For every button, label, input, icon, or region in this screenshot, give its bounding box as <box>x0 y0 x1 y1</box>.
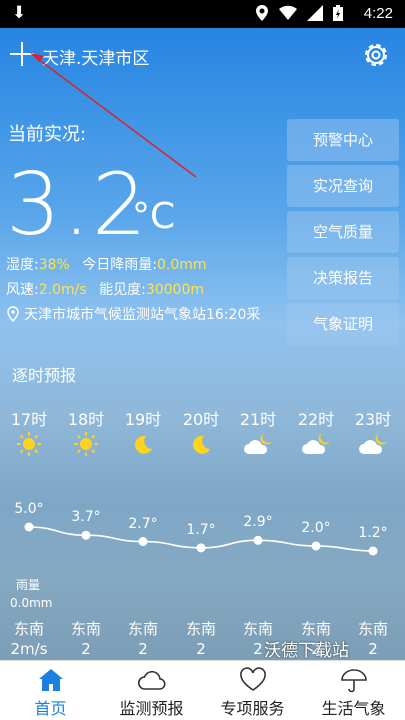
download-icon: ⬇ <box>12 3 27 23</box>
wind-speed: 2 <box>81 640 91 658</box>
weather-certificate-button[interactable]: 气象证明 <box>287 303 399 345</box>
rain-label: 雨量 <box>16 578 41 592</box>
location-icon <box>256 5 268 21</box>
bottom-nav: 首页 监测预报 专项服务 生活气象 <box>0 660 405 720</box>
hour-label: 17时 <box>10 410 48 429</box>
wind-direction: 东南 <box>185 620 216 638</box>
temperature-point <box>138 537 148 547</box>
decision-report-button[interactable]: 决策报告 <box>287 257 399 299</box>
temperature-point <box>196 543 206 553</box>
moon-icon <box>185 430 217 458</box>
cloudy-night-icon <box>300 430 332 458</box>
sun-icon <box>13 430 45 458</box>
wind-speed: 2 <box>368 640 378 658</box>
temperature-unit: °C <box>132 196 176 237</box>
cloud-icon <box>137 670 166 690</box>
wind-direction: 东南 <box>127 620 158 638</box>
station-text: 天津市城市气候监测站气象站16:20采 <box>24 307 261 323</box>
hour-label: 23时 <box>354 410 392 429</box>
current-conditions-label: 当前实况: <box>8 124 87 145</box>
umbrella-icon <box>341 669 367 693</box>
rain-value: 0.0mm <box>10 596 53 610</box>
observation-query-button[interactable]: 实况查询 <box>287 165 399 207</box>
location-title[interactable]: 天津.天津市区 <box>42 44 149 69</box>
watermark: 沃德下载站 <box>264 641 349 661</box>
status-time: 4:22 <box>363 5 393 22</box>
nav-life-weather[interactable]: 生活气象 <box>303 661 404 720</box>
moon-icon <box>127 430 159 458</box>
annotation-arrow <box>30 53 197 178</box>
temperature-point <box>253 535 263 545</box>
rain-today-value: 0.0mm <box>157 257 207 273</box>
wifi-icon <box>279 5 297 21</box>
hour-label: 21时 <box>239 410 277 429</box>
nav-monitor-forecast[interactable]: 监测预报 <box>101 661 202 720</box>
air-quality-button[interactable]: 空气质量 <box>287 211 399 253</box>
wind-visibility-row: 风速:2.0m/s 能见度:30000m <box>6 282 204 298</box>
visibility-value: 30000m <box>145 282 204 298</box>
hourly-temperature-chart <box>24 522 378 556</box>
status-bar: ⬇ 4:22 <box>0 0 405 28</box>
add-city-button[interactable] <box>10 42 34 66</box>
wind-direction: 东南 <box>13 620 44 638</box>
temperature-point <box>24 522 34 532</box>
signal-icon <box>307 5 323 21</box>
temperature-point <box>81 530 91 540</box>
current-temperature: 3.2 <box>6 155 149 255</box>
nav-special-service[interactable]: 专项服务 <box>202 661 303 720</box>
temperature-point <box>311 541 321 551</box>
wind-speed: 2 <box>138 640 148 658</box>
station-row: 天津市城市气候监测站气象站16:20采 <box>6 304 260 324</box>
hour-label: 18时 <box>67 410 105 429</box>
temperature-point <box>368 546 378 556</box>
heart-icon <box>240 667 266 691</box>
cloudy-night-icon <box>242 430 274 458</box>
cloudy-night-icon <box>357 430 389 458</box>
battery-icon <box>333 5 343 21</box>
wind-speed: 2 <box>196 640 206 658</box>
nav-home[interactable]: 首页 <box>0 661 101 720</box>
wind-speed-value: 2.0m/s <box>38 282 87 298</box>
hourly-forecast-title: 逐时预报 <box>12 366 77 385</box>
sun-icon <box>70 430 102 458</box>
warning-center-button[interactable]: 预警中心 <box>287 119 399 161</box>
hour-label: 19时 <box>124 410 162 429</box>
header: 天津.天津市区 <box>0 28 405 84</box>
hour-label: 20时 <box>182 410 220 429</box>
hour-label: 22时 <box>297 410 335 429</box>
wind-speed: 2m/s <box>10 640 48 658</box>
location-pin-icon <box>7 306 19 322</box>
home-icon <box>39 669 63 691</box>
wind-direction: 东南 <box>70 620 101 638</box>
wind-direction: 东南 <box>357 620 388 638</box>
humidity-value: 38% <box>38 257 70 273</box>
humidity-rain-row: 湿度:38% 今日降雨量:0.0mm <box>6 257 207 273</box>
gear-icon[interactable] <box>361 40 391 70</box>
